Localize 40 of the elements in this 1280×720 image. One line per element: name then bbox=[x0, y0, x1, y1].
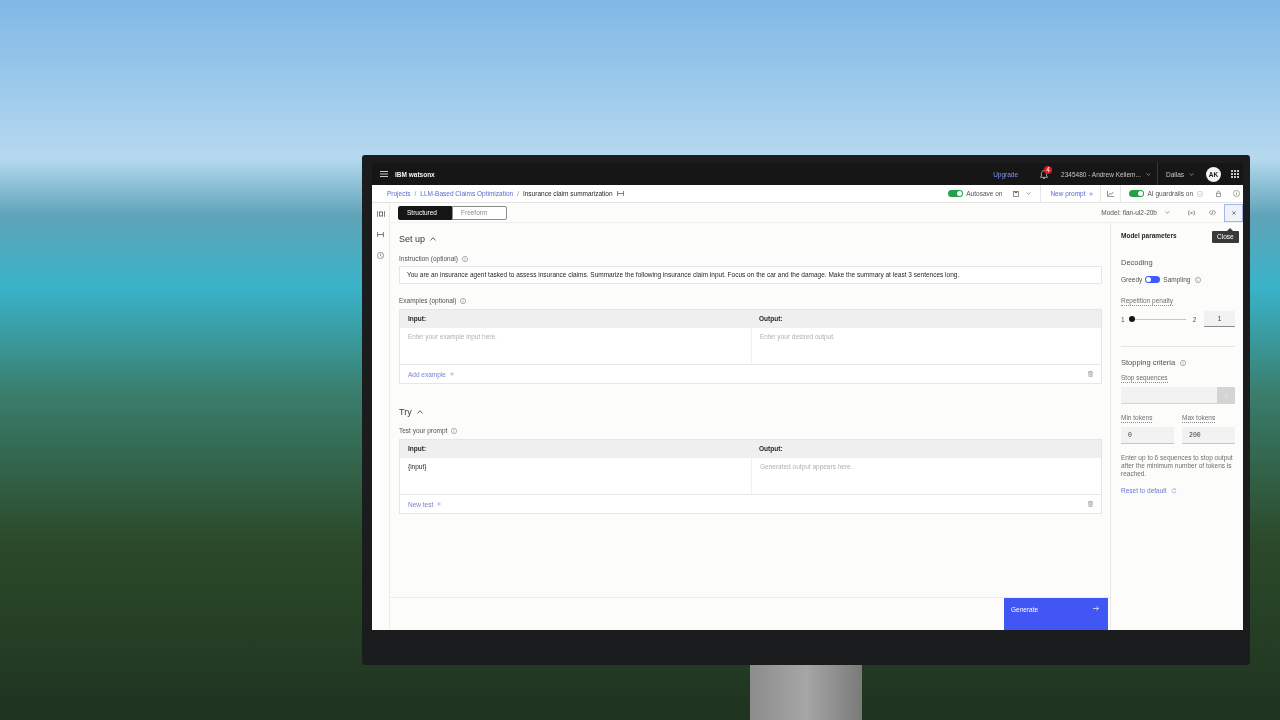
trash-icon[interactable] bbox=[1088, 371, 1093, 377]
columns-icon[interactable] bbox=[376, 211, 385, 217]
save-icon[interactable] bbox=[1013, 190, 1020, 197]
info-icon[interactable] bbox=[461, 255, 468, 262]
info-icon[interactable] bbox=[1233, 190, 1240, 197]
stop-sequence-field[interactable] bbox=[1121, 387, 1217, 404]
section-heading[interactable]: Try bbox=[399, 406, 423, 418]
refresh-icon bbox=[1170, 487, 1177, 494]
info-icon[interactable] bbox=[1180, 360, 1187, 366]
plus-icon bbox=[449, 372, 454, 376]
slider-thumb[interactable] bbox=[1128, 316, 1135, 322]
slider-track[interactable] bbox=[1128, 316, 1189, 322]
chevron-icon bbox=[1165, 211, 1170, 214]
grid-icon[interactable] bbox=[1231, 170, 1239, 178]
plus-icon bbox=[1089, 191, 1094, 196]
code-icon[interactable] bbox=[1209, 210, 1216, 215]
toggle-switch[interactable] bbox=[1145, 276, 1161, 283]
bell-icon[interactable] bbox=[1040, 169, 1049, 179]
plus-icon bbox=[437, 502, 442, 506]
toggle-switch[interactable] bbox=[1129, 190, 1145, 197]
chart-icon[interactable] bbox=[1107, 190, 1115, 197]
arrow-right-icon bbox=[1093, 606, 1099, 611]
menu-icon[interactable] bbox=[380, 171, 388, 177]
clock-icon[interactable] bbox=[377, 252, 384, 259]
toggle-switch[interactable] bbox=[948, 190, 964, 197]
chevron-icon bbox=[1145, 172, 1151, 176]
info-icon[interactable] bbox=[451, 427, 458, 434]
info-icon[interactable] bbox=[460, 297, 467, 304]
info-icon[interactable] bbox=[1195, 276, 1202, 283]
chevron-icon bbox=[1189, 172, 1194, 176]
trash-icon[interactable] bbox=[1088, 501, 1093, 507]
width-icon[interactable] bbox=[616, 191, 624, 196]
width-icon[interactable] bbox=[377, 232, 384, 237]
section-heading[interactable]: Set up bbox=[399, 233, 437, 245]
close-icon bbox=[1231, 210, 1236, 215]
braces-icon[interactable] bbox=[1188, 209, 1195, 216]
close-button[interactable] bbox=[1224, 203, 1243, 222]
check-circle-icon bbox=[1197, 190, 1203, 197]
lock-icon[interactable] bbox=[1216, 190, 1221, 197]
chevron-icon[interactable] bbox=[1026, 192, 1032, 195]
